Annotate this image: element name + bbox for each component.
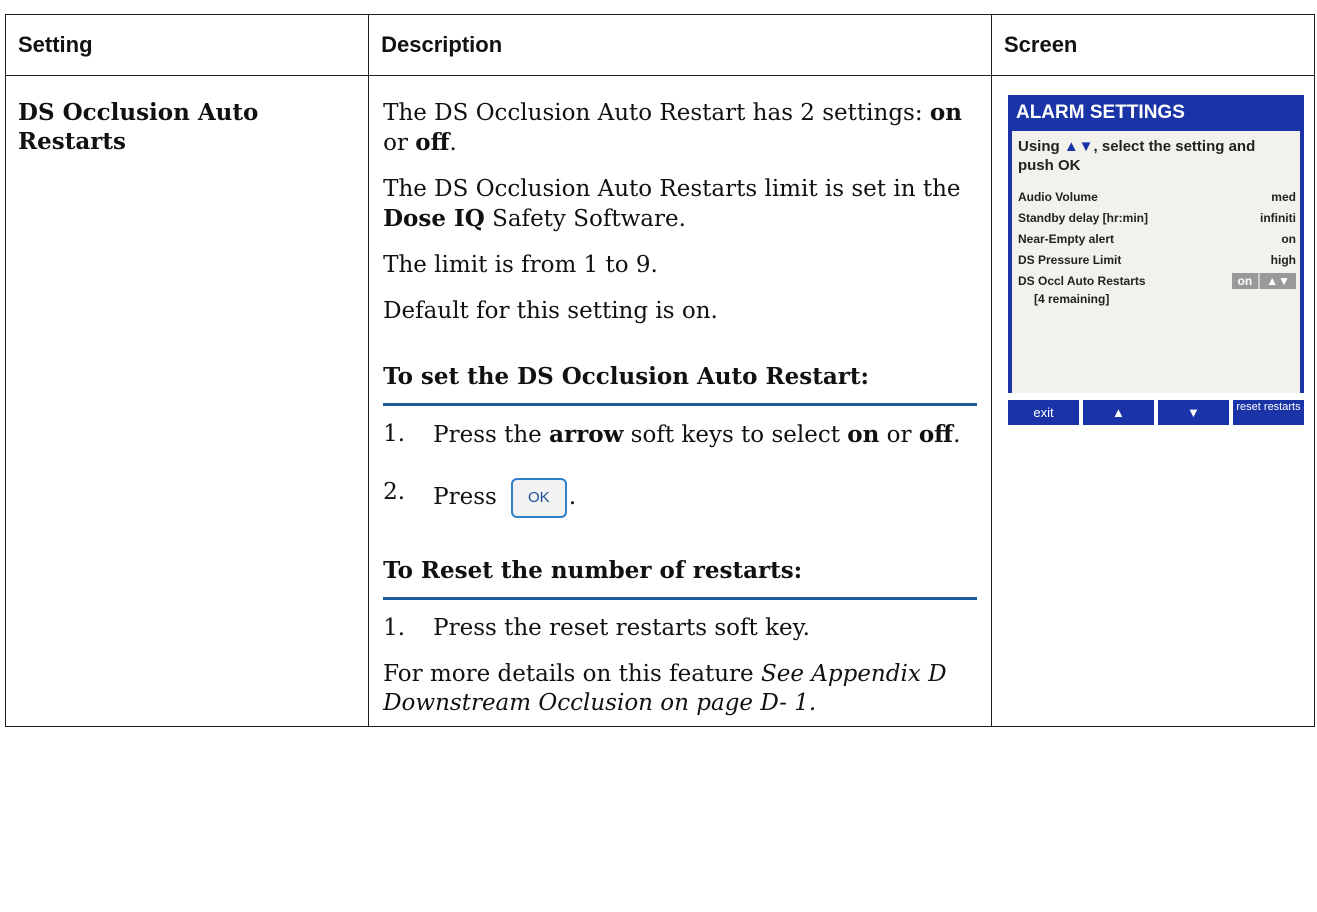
screen-panel: Using ▲▼, select the setting and push OK… — [1011, 131, 1300, 393]
down-arrow-icon: ▼ — [1157, 400, 1233, 425]
settings-table: Setting Description Screen DS Occlusion … — [4, 14, 1316, 727]
section-title-reset: To Reset the number of restarts: — [383, 556, 977, 600]
keyband — [1007, 393, 1304, 400]
setting-row: DS Occlusion Auto Restarts The DS Occlus… — [4, 75, 1316, 727]
step-1: 1. Press the arrow soft keys to select o… — [383, 420, 977, 450]
section-title-set: To set the DS Occlusion Auto Restart: — [383, 362, 977, 406]
settings-list: Audio Volume med Standby delay [hr:min] in… — [1012, 187, 1300, 306]
header-screen: Screen — [990, 14, 1316, 76]
header-description: Description — [368, 14, 992, 76]
setting-row-audio-volume: Audio Volume med — [1012, 187, 1300, 208]
setting-row-near-empty: Near-Empty alert on — [1012, 229, 1300, 250]
up-arrow-icon: ▲ — [1082, 400, 1158, 425]
text-bold: on — [847, 421, 880, 448]
text: The DS Occlusion Auto Restarts limit is … — [383, 176, 961, 202]
exit-soft-key: exit — [1007, 400, 1083, 425]
screen-instruction: Using ▲▼, select the setting and push OK — [1012, 131, 1300, 175]
step-text: Press OK. — [433, 478, 977, 518]
text: or — [879, 422, 919, 448]
desc-para-1: The DS Occlusion Auto Restart has 2 sett… — [383, 98, 977, 158]
row-label: Standby delay [hr:min] — [1017, 211, 1148, 225]
row-value: on — [1281, 232, 1296, 246]
text-bold: Dose IQ — [383, 205, 485, 232]
header-row: Setting Description Screen — [4, 14, 1316, 76]
desc-para-2: The DS Occlusion Auto Restarts limit is … — [383, 175, 977, 234]
text: For more details on this feature — [383, 661, 761, 687]
text-bold: off — [415, 129, 450, 156]
text: . — [953, 422, 961, 448]
restarts-toggle: on ▲▼ — [1231, 273, 1296, 289]
text: . — [449, 130, 457, 156]
up-down-arrows-icon: ▲▼ — [1266, 274, 1290, 288]
row-label: DS Pressure Limit — [1017, 253, 1122, 267]
more-details: For more details on this feature See App… — [383, 660, 977, 718]
desc-para-3: The limit is from 1 to 9. — [383, 252, 658, 278]
row-value: high — [1270, 253, 1296, 267]
text: soft keys to select — [623, 422, 848, 448]
step-number: 1. — [383, 615, 406, 641]
step-number: 1. — [383, 421, 406, 447]
up-down-arrows-icon: ▲▼ — [1063, 138, 1094, 155]
setting-row-ds-pressure: DS Pressure Limit high — [1012, 250, 1300, 271]
remaining-count: [4 remaining] — [1033, 292, 1110, 306]
setting-name: DS Occlusion Auto Restarts — [4, 75, 370, 727]
description-cell: The DS Occlusion Auto Restart has 2 sett… — [368, 75, 992, 727]
text: The DS Occlusion Auto Restart has 2 sett… — [383, 100, 930, 126]
step-2: 2. Press OK. — [383, 478, 977, 518]
text: or — [383, 130, 416, 156]
row-label: Near-Empty alert — [1017, 232, 1115, 246]
ok-key-icon: OK — [510, 478, 567, 518]
text-bold: on — [929, 99, 962, 126]
row-value: med — [1271, 190, 1296, 204]
device-screen: ALARM SETTINGS Using ▲▼, select the sett… — [1007, 95, 1304, 425]
text: Press — [433, 484, 497, 510]
text: . — [568, 484, 577, 510]
header-setting: Setting — [4, 14, 370, 76]
screen-cell: ALARM SETTINGS Using ▲▼, select the sett… — [990, 75, 1316, 727]
row-label: Audio Volume — [1017, 190, 1098, 204]
row-value: infiniti — [1259, 211, 1296, 225]
screen-title: ALARM SETTINGS — [1015, 102, 1185, 123]
soft-keys: exit ▲ ▼ reset restarts — [1007, 400, 1304, 425]
step-number: 2. — [383, 479, 406, 505]
row-label: DS Occl Auto Restarts — [1017, 274, 1146, 288]
step-text: Press the arrow soft keys to select on o… — [433, 420, 977, 450]
text: Safety Software. — [484, 206, 686, 232]
text-bold: arrow — [549, 421, 624, 448]
setting-row-standby-delay: Standby delay [hr:min] infiniti — [1012, 208, 1300, 229]
step-text: Press the reset restarts soft key. — [433, 615, 810, 641]
text: Using — [1017, 138, 1064, 155]
desc-para-4: Default for this setting is on. — [383, 298, 718, 324]
step-reset-1: 1. Press the reset restarts soft key. — [383, 614, 977, 643]
reset-restarts-soft-key: reset restarts — [1232, 400, 1304, 425]
toggle-value: on — [1232, 273, 1261, 289]
setting-row-ds-occl-restarts: DS Occl Auto Restarts on ▲▼ — [1012, 271, 1300, 292]
text: Press the — [433, 422, 550, 448]
text-bold: off — [918, 421, 954, 448]
